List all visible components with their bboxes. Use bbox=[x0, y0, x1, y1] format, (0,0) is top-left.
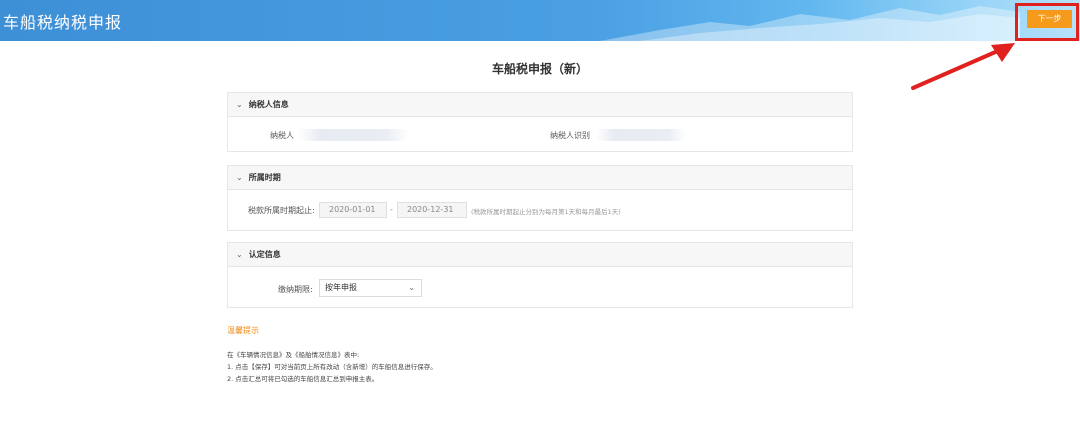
payment-period-select[interactable]: 按年申报 ⌄ bbox=[319, 279, 422, 297]
chevron-down-icon: ⌄ bbox=[408, 283, 415, 292]
taxpayer-name-label: 纳税人 bbox=[270, 131, 294, 140]
page-title: 车船税申报（新） bbox=[491, 62, 588, 76]
tips-line: 1. 点击【保存】可对当前页上所有改动（含新增）的车船信息进行保存。 bbox=[227, 363, 437, 371]
period-separator: - bbox=[390, 205, 393, 214]
tips-title: 温馨提示 bbox=[227, 326, 259, 335]
tips-line: 2. 点击汇总可将已勾选的车船信息汇总到申报主表。 bbox=[227, 375, 379, 383]
next-step-button[interactable]: 下一步 bbox=[1027, 10, 1072, 28]
taxpayer-info-header[interactable]: ⌄ 纳税人信息 bbox=[228, 93, 852, 117]
section-title: 所属时期 bbox=[248, 173, 281, 182]
app-title: 车船税纳税申报 bbox=[3, 13, 123, 32]
period-end-input[interactable]: 2020-12-31 bbox=[397, 202, 467, 218]
chevron-down-icon: ⌄ bbox=[236, 100, 243, 109]
identify-header[interactable]: ⌄ 认定信息 bbox=[228, 243, 852, 267]
taxpayer-info-panel: ⌄ 纳税人信息 纳税人 纳税人识别 bbox=[227, 92, 853, 152]
mountain-decoration bbox=[600, 6, 1020, 41]
tips-line: 在《车辆情况信息》及《船舶情况信息》表中: bbox=[227, 351, 360, 359]
section-title: 纳税人信息 bbox=[248, 100, 289, 109]
section-title: 认定信息 bbox=[248, 250, 281, 259]
period-range-label: 税款所属时期起止: bbox=[248, 206, 315, 215]
taxpayer-id-label: 纳税人识别 bbox=[550, 131, 590, 140]
top-banner: 车船税纳税申报 bbox=[0, 0, 1080, 41]
period-panel: ⌄ 所属时期 税款所属时期起止: 2020-01-01 - 2020-12-31… bbox=[227, 165, 853, 231]
period-hint: (税款所属时期起止分别为每月第1天和每月最后1天) bbox=[471, 208, 621, 216]
period-header[interactable]: ⌄ 所属时期 bbox=[228, 166, 852, 190]
taxpayer-id-value bbox=[596, 129, 686, 141]
identify-panel: ⌄ 认定信息 缴纳期限: 按年申报 ⌄ bbox=[227, 242, 853, 308]
payment-period-value: 按年申报 bbox=[325, 283, 357, 292]
chevron-down-icon: ⌄ bbox=[236, 250, 243, 259]
payment-period-label: 缴纳期限: bbox=[278, 285, 313, 294]
period-start-input[interactable]: 2020-01-01 bbox=[319, 202, 387, 218]
taxpayer-name-value bbox=[298, 129, 408, 141]
chevron-down-icon: ⌄ bbox=[236, 173, 243, 182]
